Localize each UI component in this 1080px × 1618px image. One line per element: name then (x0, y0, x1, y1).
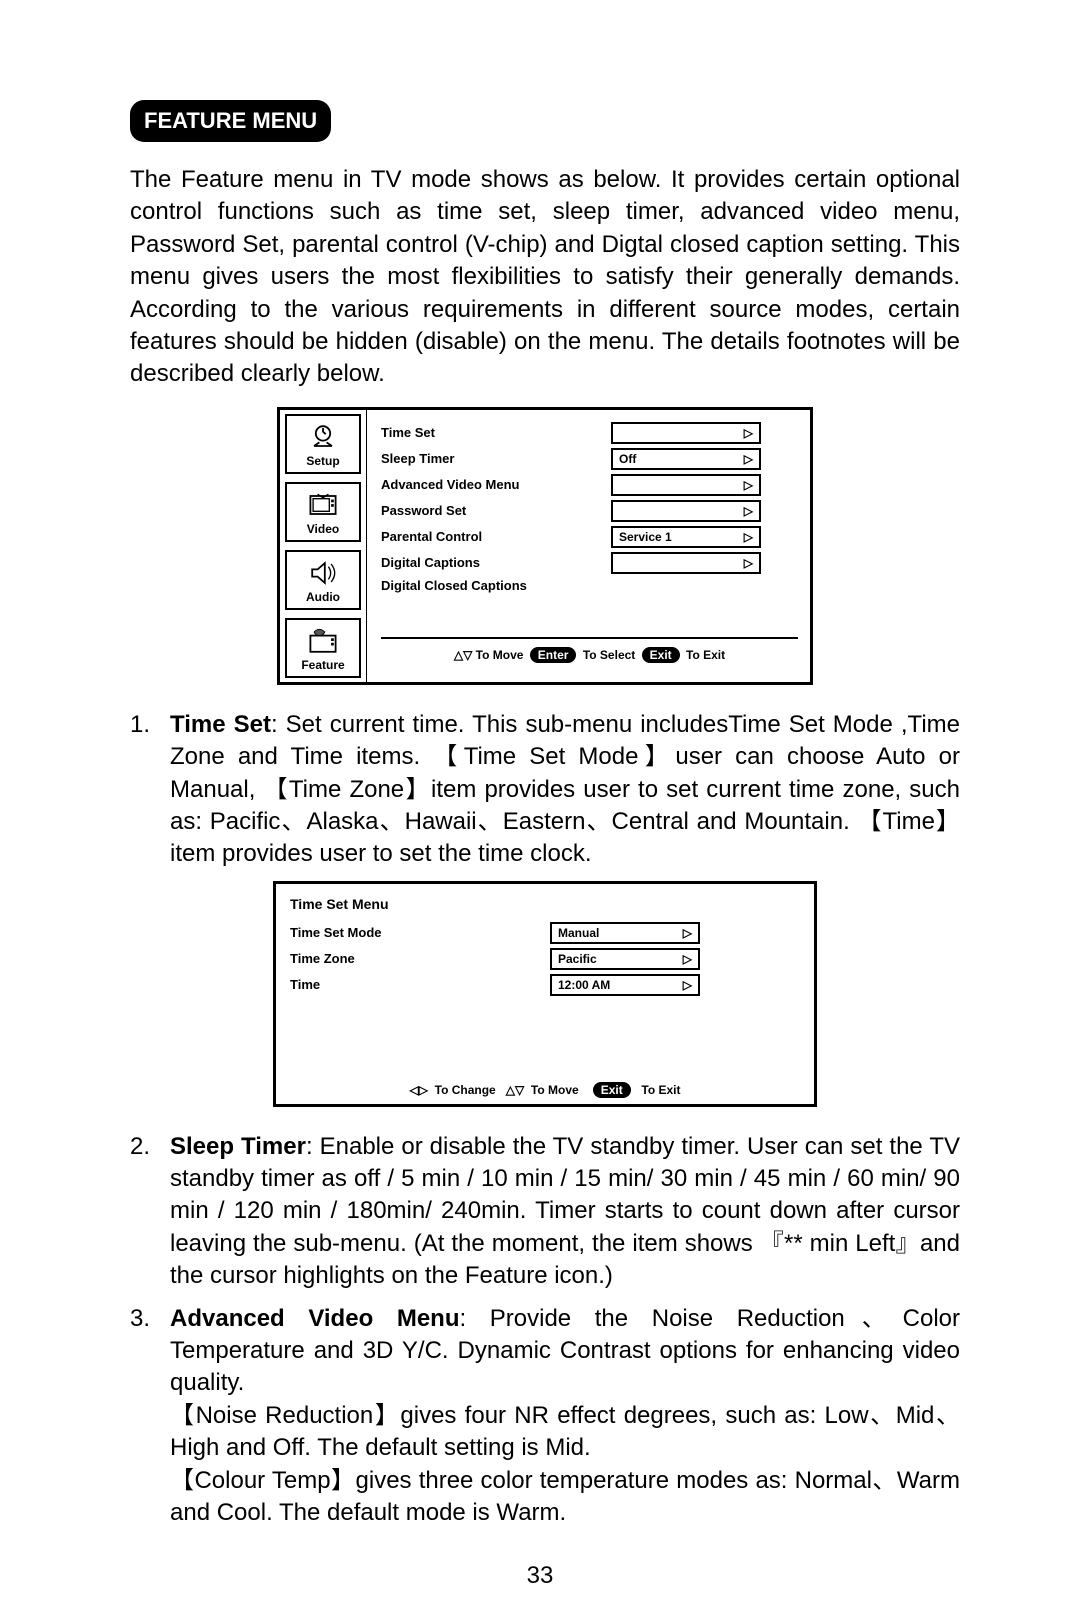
timeset-row: Time12:00 AM▷ (290, 974, 800, 996)
help-bar: △▽ To Move Enter To Select Exit To Exit (381, 637, 798, 669)
manual-page: FEATURE MENU The Feature menu in TV mode… (0, 0, 1080, 1618)
menu-row-label: Digital Closed Captions (381, 578, 611, 593)
menu-row-value: ▷ (611, 552, 761, 574)
updown-icon: △▽ (506, 1083, 524, 1097)
menu-row-value: ▷ (611, 422, 761, 444)
menu-row: Digital Captions ▷ (381, 552, 798, 574)
chevron-right-icon: ▷ (683, 952, 692, 966)
help-bar-2: ◁▷ To Change △▽ To Move Exit To Exit (290, 1074, 800, 1098)
setup-icon (305, 422, 341, 452)
timeset-row-value: Manual▷ (550, 922, 700, 944)
item-lead: Time Set (170, 711, 271, 738)
chevron-right-icon: ▷ (744, 426, 753, 440)
chevron-right-icon: ▷ (744, 556, 753, 570)
menu-row-label: Parental Control (381, 529, 611, 544)
menu-row-label: Password Set (381, 503, 611, 518)
menu-row: Sleep TimerOff▷ (381, 448, 798, 470)
menu-row-label: Digital Captions (381, 555, 611, 570)
timeset-row: Time ZonePacific▷ (290, 948, 800, 970)
chevron-right-icon: ▷ (683, 978, 692, 992)
item-lead: Advanced Video Menu (170, 1305, 460, 1332)
menu-row: Advanced Video Menu ▷ (381, 474, 798, 496)
enter-chip: Enter (530, 647, 577, 663)
list-item: 3. Advanced Video Menu: Provide the Nois… (130, 1303, 960, 1530)
menu-row-value: ▷ (611, 500, 761, 522)
updown-icon: △▽ (454, 648, 472, 662)
menu-row: Password Set ▷ (381, 500, 798, 522)
timeset-row: Time Set ModeManual▷ (290, 922, 800, 944)
menu-row-value: Off▷ (611, 448, 761, 470)
exit-chip: Exit (593, 1082, 631, 1098)
menu-row-label: Time Set (381, 425, 611, 440)
chevron-right-icon: ▷ (744, 452, 753, 466)
sidebar-setup: Setup (285, 414, 361, 474)
page-number: 33 (0, 1562, 1080, 1590)
feature-icon (305, 626, 341, 656)
sidebar-video: Video (285, 482, 361, 542)
item-body: : Provide the Noise Reduction、Color Temp… (170, 1305, 960, 1526)
chevron-right-icon: ▷ (744, 478, 753, 492)
timeset-row-value: Pacific▷ (550, 948, 700, 970)
timeset-row-value: 12:00 AM▷ (550, 974, 700, 996)
list-item: 2. Sleep Timer: Enable or disable the TV… (130, 1131, 960, 1293)
chevron-right-icon: ▷ (744, 504, 753, 518)
exit-chip: Exit (642, 647, 680, 663)
menu-row-label: Advanced Video Menu (381, 477, 611, 492)
feature-menu-panel: Setup Video Audio Feature Time Set▷Sleep… (277, 407, 813, 685)
section-badge: FEATURE MENU (130, 100, 331, 142)
sidebar-feature: Feature (285, 618, 361, 678)
sidebar-audio: Audio (285, 550, 361, 610)
menu-row-value: ▷ (611, 474, 761, 496)
menu-sidebar: Setup Video Audio Feature (280, 410, 367, 682)
intro-paragraph: The Feature menu in TV mode shows as bel… (130, 164, 960, 391)
menu-row: Digital Closed Captions (381, 578, 798, 593)
menu-row: Time Set ▷ (381, 422, 798, 444)
time-set-title: Time Set Menu (290, 896, 800, 912)
item-body: : Set current time. This sub-menu includ… (170, 711, 960, 868)
item-lead: Sleep Timer (170, 1133, 306, 1160)
chevron-right-icon: ▷ (683, 926, 692, 940)
leftright-icon: ◁▷ (409, 1083, 427, 1097)
timeset-row-label: Time Set Mode (290, 925, 550, 940)
time-set-panel: Time Set Menu Time Set ModeManual▷Time Z… (273, 881, 817, 1107)
numbered-list: 1. Time Set: Set current time. This sub-… (130, 709, 960, 871)
menu-row: Parental ControlService 1▷ (381, 526, 798, 548)
timeset-row-label: Time Zone (290, 951, 550, 966)
timeset-row-label: Time (290, 977, 550, 992)
numbered-list: 2. Sleep Timer: Enable or disable the TV… (130, 1131, 960, 1530)
video-icon (305, 490, 341, 520)
list-item: 1. Time Set: Set current time. This sub-… (130, 709, 960, 871)
menu-options: Time Set▷Sleep TimerOff▷Advanced Video M… (367, 410, 810, 682)
chevron-right-icon: ▷ (744, 530, 753, 544)
menu-row-value: Service 1▷ (611, 526, 761, 548)
audio-icon (305, 558, 341, 588)
menu-row-label: Sleep Timer (381, 451, 611, 466)
